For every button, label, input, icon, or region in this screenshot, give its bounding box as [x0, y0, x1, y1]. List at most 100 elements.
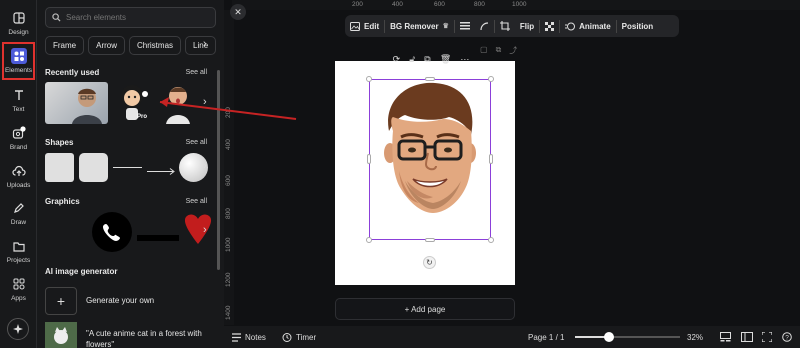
- help-button[interactable]: ?: [782, 332, 792, 342]
- rail-label: Draw: [10, 219, 27, 226]
- plus-icon: +: [56, 293, 66, 309]
- graphic-heart[interactable]: [184, 212, 214, 248]
- chevron-right-icon[interactable]: ›: [203, 38, 217, 53]
- recently-used-see-all[interactable]: See all: [186, 69, 207, 76]
- search-box[interactable]: [45, 7, 216, 28]
- page-number-button[interactable]: [741, 332, 753, 342]
- pages-grid-icon: [720, 332, 731, 342]
- image-toolbar: Edit BG Remover ♛ Flip Animate Position: [345, 15, 679, 37]
- recently-used-title: Recently used: [45, 68, 100, 77]
- ruler-tick: 1200: [225, 272, 232, 287]
- zoom-percent[interactable]: 32%: [687, 333, 703, 342]
- fullscreen-button[interactable]: [762, 332, 772, 342]
- position-button[interactable]: Position: [617, 15, 659, 37]
- zoom-slider-knob[interactable]: [603, 332, 614, 342]
- duplicate-page-icon[interactable]: ⧉: [496, 45, 502, 59]
- duplicate-icon[interactable]: ⧉: [424, 54, 430, 65]
- selection-box[interactable]: [369, 79, 491, 240]
- trash-icon[interactable]: 🗑︎: [440, 54, 451, 65]
- chevron-right-icon[interactable]: ›: [203, 224, 207, 236]
- bg-remover-label: BG Remover: [390, 21, 439, 31]
- rail-item-text[interactable]: Text: [0, 81, 37, 119]
- anime-cat-image: [45, 322, 77, 348]
- rotate-handle[interactable]: ↻: [423, 256, 436, 269]
- generate-your-own-label[interactable]: Generate your own: [86, 296, 154, 305]
- graphics-title: Graphics: [45, 197, 80, 206]
- shapes-icon: [10, 48, 27, 64]
- edit-label: Edit: [364, 21, 380, 31]
- chevron-right-icon[interactable]: ›: [203, 96, 207, 108]
- shapes-see-all[interactable]: See all: [186, 139, 207, 146]
- ruler-tick: 1000: [225, 237, 232, 252]
- flip-button[interactable]: Flip: [515, 15, 539, 37]
- edit-button[interactable]: Edit: [345, 15, 384, 37]
- rail-item-brand[interactable]: Brand: [0, 119, 37, 157]
- search-input[interactable]: [66, 13, 206, 22]
- resize-handle[interactable]: [488, 237, 494, 243]
- rail-item-elements[interactable]: Elements: [2, 42, 35, 80]
- lock-icon[interactable]: 🔓︎: [409, 54, 415, 65]
- bg-remover-button[interactable]: BG Remover ♛: [385, 15, 454, 37]
- shape-line[interactable]: [113, 167, 142, 168]
- graphic-black-bar[interactable]: [137, 235, 179, 241]
- crop-button[interactable]: [495, 15, 515, 37]
- rail-item-apps[interactable]: Apps: [0, 270, 37, 308]
- ruler-tick: 600: [434, 1, 445, 8]
- ruler-tick: 400: [225, 139, 232, 150]
- corner-rounding-button[interactable]: [475, 15, 494, 37]
- timer-button[interactable]: Timer: [282, 332, 316, 342]
- resize-handle[interactable]: [425, 77, 435, 81]
- rail-label: Uploads: [6, 182, 31, 189]
- transparency-button[interactable]: [540, 15, 559, 37]
- chip-arrow[interactable]: Arrow: [88, 36, 126, 55]
- bottom-bar: Notes Timer Page 1 / 1 32% ?: [224, 326, 800, 348]
- more-icon[interactable]: ⋯: [460, 54, 469, 65]
- magic-sparkle-button[interactable]: [7, 318, 29, 340]
- zoom-slider[interactable]: [575, 332, 680, 342]
- resize-handle[interactable]: [366, 237, 372, 243]
- rail-label: Elements: [4, 67, 33, 74]
- line-weight-button[interactable]: [455, 15, 475, 37]
- rail-item-draw[interactable]: Draw: [0, 194, 37, 232]
- resize-handle[interactable]: [366, 76, 372, 82]
- rotate-icon: ↻: [426, 258, 433, 267]
- generate-plus-button[interactable]: +: [45, 287, 77, 315]
- resize-handle[interactable]: [488, 76, 494, 82]
- add-page-icon[interactable]: ⤴: [509, 45, 517, 59]
- refresh-icon[interactable]: ⟳: [393, 54, 401, 65]
- shape-square[interactable]: [45, 153, 74, 182]
- ruler-tick: 200: [352, 1, 363, 8]
- resize-handle[interactable]: [425, 238, 435, 242]
- lock-page-icon[interactable]: ▢: [480, 45, 488, 59]
- notes-button[interactable]: Notes: [232, 333, 266, 342]
- recent-surprised-man-thumb[interactable]: [160, 82, 196, 124]
- chip-christmas[interactable]: Christmas: [129, 36, 182, 55]
- heart-icon: [184, 214, 212, 244]
- page-indicator[interactable]: Page 1 / 1: [528, 333, 564, 342]
- recent-photo-thumb[interactable]: [45, 82, 108, 124]
- rail-item-uploads[interactable]: Uploads: [0, 157, 37, 195]
- surprised-man-image: [166, 87, 190, 124]
- rail-item-design[interactable]: Design: [0, 4, 37, 42]
- resize-handle[interactable]: [367, 154, 371, 164]
- graphic-phone[interactable]: [92, 212, 132, 252]
- close-panel-button[interactable]: ✕: [230, 4, 246, 20]
- prompt-example-thumb[interactable]: [45, 322, 77, 348]
- chip-frame[interactable]: Frame: [45, 36, 85, 55]
- chevron-right-icon[interactable]: ›: [203, 160, 207, 172]
- resize-handle[interactable]: [489, 154, 493, 164]
- position-label: Position: [621, 21, 654, 31]
- layout-icon: [11, 10, 27, 26]
- crop-icon: [499, 21, 510, 31]
- graphics-see-all[interactable]: See all: [186, 198, 207, 205]
- panel-scrollbar[interactable]: [217, 70, 220, 270]
- corner-icon: [480, 21, 488, 30]
- rail-item-projects[interactable]: Projects: [0, 232, 37, 270]
- animate-button[interactable]: Animate: [560, 15, 616, 37]
- shape-arrow[interactable]: [147, 163, 176, 175]
- grid-view-button[interactable]: [720, 332, 731, 342]
- shape-rounded-square[interactable]: [79, 153, 108, 182]
- prompt-example-text[interactable]: "A cute anime cat in a forest with flowe…: [86, 328, 216, 348]
- rail-label: Design: [8, 29, 29, 36]
- add-page-button[interactable]: + Add page: [335, 298, 515, 320]
